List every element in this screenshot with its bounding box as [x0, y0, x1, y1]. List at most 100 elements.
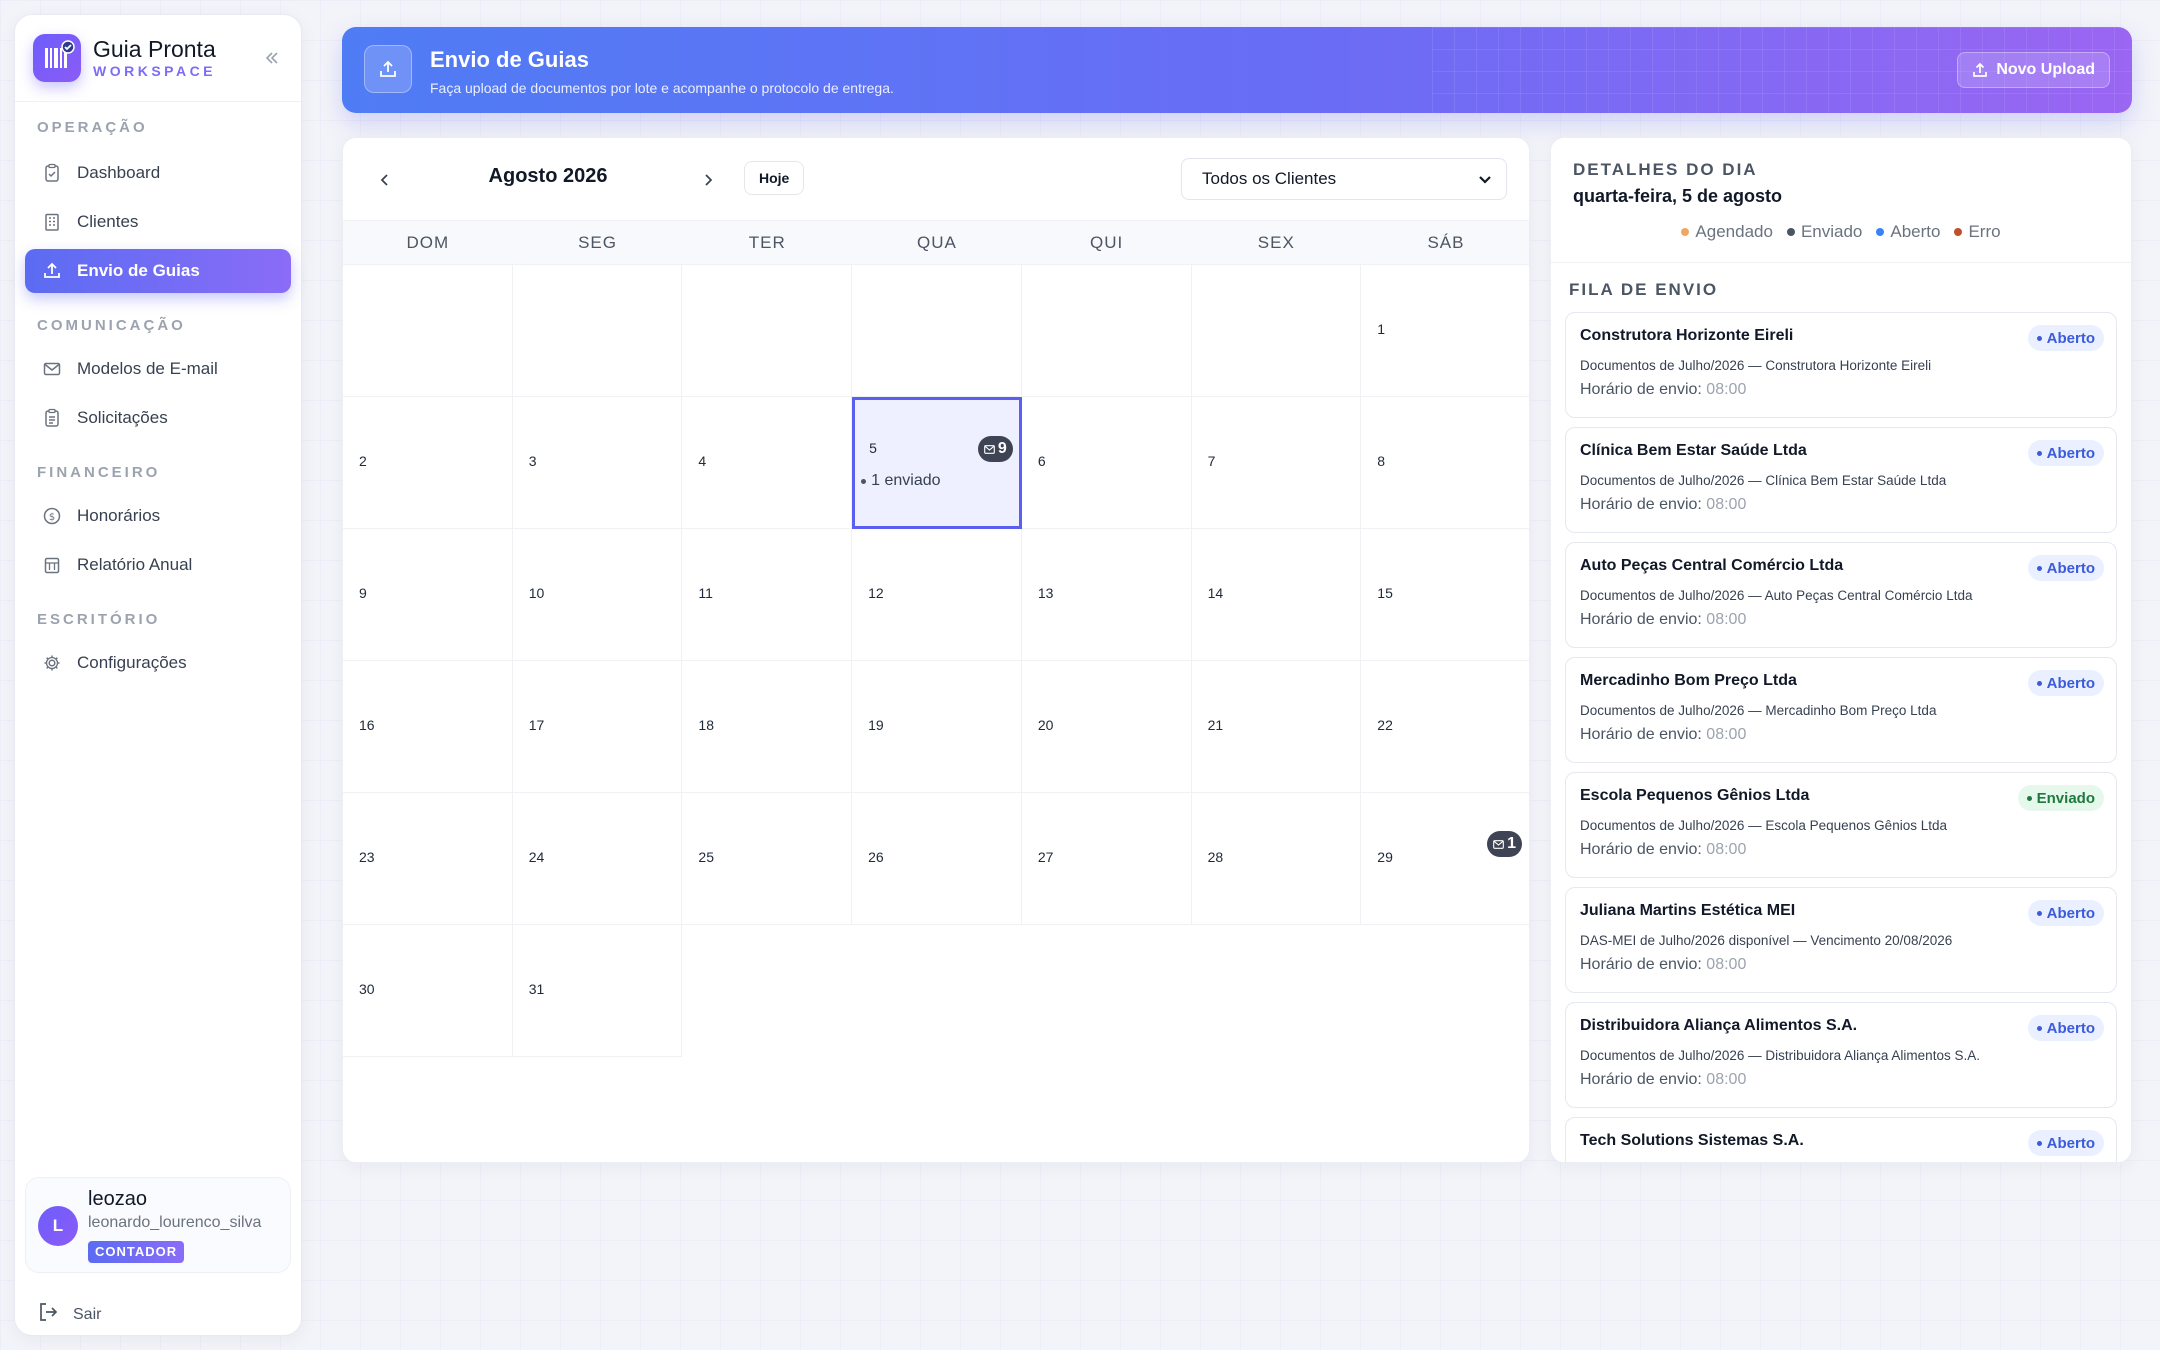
user-card[interactable]: L leozao leonardo_lourenco_silva CONTADO…	[25, 1177, 291, 1273]
sidebar-item-solicitacoes[interactable]: Solicitações	[25, 396, 291, 440]
upload-icon	[1973, 62, 1988, 77]
double-chevron-left-icon[interactable]	[259, 45, 285, 71]
client-filter-select[interactable]: Todos os Clientes	[1181, 158, 1507, 200]
calendar-day-24[interactable]: 24	[512, 793, 683, 925]
queue-item[interactable]: Construtora Horizonte Eireli Aberto Docume…	[1565, 312, 2117, 418]
calendar-day-16[interactable]: 16	[343, 661, 513, 793]
day-note: 1 enviado	[861, 472, 941, 490]
calendar-report-icon	[41, 554, 63, 576]
svg-text:$: $	[49, 512, 55, 523]
today-button[interactable]: Hoje	[744, 161, 805, 195]
calendar-day-15[interactable]: 15	[1361, 529, 1529, 661]
queue-item-time: Horário de envio: 08:00	[1580, 381, 1746, 399]
status-badge: Aberto	[2027, 555, 2104, 581]
calendar-empty-cell	[1021, 265, 1192, 397]
brand[interactable]: Guia Pronta WORKSPACE	[33, 29, 285, 87]
queue-item[interactable]: Clínica Bem Estar Saúde Ltda Aberto Docume…	[1565, 427, 2117, 533]
calendar-day-17[interactable]: 17	[512, 661, 683, 793]
calendar-day-28[interactable]: 28	[1191, 793, 1362, 925]
day-number: 14	[1207, 585, 1224, 601]
weekday-label: SEX	[1257, 233, 1295, 252]
queue-item-time: Horário de envio: 08:00	[1580, 841, 1746, 859]
calendar-day-8[interactable]: 8	[1361, 397, 1529, 529]
calendar-day-31[interactable]: 31	[512, 925, 683, 1057]
calendar-day-14[interactable]: 14	[1191, 529, 1362, 661]
calendar-day-11[interactable]: 11	[682, 529, 853, 661]
queue-item[interactable]: Tech Solutions Sistemas S.A. Aberto	[1565, 1117, 2117, 1162]
time-label: Horário de envio:	[1580, 1071, 1702, 1088]
day-number: 18	[698, 717, 714, 733]
day-number: 23	[359, 849, 375, 865]
sidebar-item-modelos-de-email[interactable]: Modelos de E-mail	[25, 347, 291, 391]
logout-button[interactable]: Sair	[37, 1301, 101, 1328]
new-upload-button[interactable]: Novo Upload	[1957, 52, 2110, 88]
user-email: leonardo_lourenco_silva	[88, 1214, 262, 1231]
sidebar-item-honorarios[interactable]: $ Honorários	[25, 494, 291, 538]
day-number: 7	[1207, 453, 1216, 469]
queue-item[interactable]: Auto Peças Central Comércio Ltda Aberto Do…	[1565, 542, 2117, 648]
queue-item-time: Horário de envio: 08:00	[1580, 956, 1746, 974]
calendar-day-27[interactable]: 27	[1021, 793, 1192, 925]
status-legend: Agendado Enviado Aberto Erro	[1551, 222, 2131, 242]
calendar-day-10[interactable]: 10	[512, 529, 683, 661]
calendar-empty-cell	[852, 265, 1022, 397]
sidebar-item-configuracoes[interactable]: Configurações	[25, 641, 291, 685]
legend-label: Agendado	[1695, 222, 1773, 241]
chevron-left-icon[interactable]	[373, 168, 397, 192]
queue-item-name: Construtora Horizonte Eireli	[1580, 327, 1794, 344]
day-number: 19	[868, 717, 884, 733]
calendar-day-25[interactable]: 25	[682, 793, 853, 925]
queue-item-description: Documentos de Julho/2026 — Escola Pequen…	[1580, 818, 1947, 833]
queue-item[interactable]: Distribuidora Aliança Alimentos S.A. Aber…	[1565, 1002, 2117, 1108]
sidebar-item-label: Modelos de E-mail	[77, 359, 218, 378]
calendar-day-20[interactable]: 20	[1021, 661, 1192, 793]
day-number: 3	[528, 453, 537, 469]
day-number: 28	[1207, 849, 1224, 865]
calendar-day-23[interactable]: 23	[343, 793, 513, 925]
calendar-day-1[interactable]: 1	[1361, 265, 1529, 397]
legend-item-agendado: Agendado	[1681, 222, 1773, 242]
status-dot	[2036, 1025, 2042, 1031]
calendar-day-30[interactable]: 30	[343, 925, 513, 1057]
calendar-day-19[interactable]: 19	[852, 661, 1022, 793]
upload-icon	[41, 260, 63, 282]
time-value: 08:00	[1706, 956, 1747, 973]
avatar: L	[38, 1206, 78, 1246]
calendar-day-21[interactable]: 21	[1191, 661, 1362, 793]
calendar-day-4[interactable]: 4	[682, 397, 853, 529]
queue-item[interactable]: Mercadinho Bom Preço Ltda Aberto Documento…	[1565, 657, 2117, 763]
sidebar-item-relatorio-anual[interactable]: Relatório Anual	[25, 543, 291, 587]
queue-item[interactable]: Juliana Martins Estética MEI Aberto DAS-ME…	[1565, 887, 2117, 993]
client-filter-value: Todos os Clientes	[1202, 169, 1337, 188]
calendar-day-29[interactable]: 29 1	[1361, 793, 1529, 925]
calendar-day-5[interactable]: 5 9 1 enviado	[852, 397, 1022, 529]
status-label: Aberto	[2046, 1019, 2095, 1037]
queue-title: FILA DE ENVIO	[1569, 280, 1719, 299]
weekday-label: TER	[748, 233, 786, 252]
chevron-right-icon[interactable]	[696, 168, 720, 192]
calendar-day-18[interactable]: 18	[682, 661, 853, 793]
calendar-day-6[interactable]: 6	[1021, 397, 1192, 529]
queue-item[interactable]: Escola Pequenos Gênios Ltda Enviado Docume…	[1565, 772, 2117, 878]
calendar-day-22[interactable]: 22	[1361, 661, 1529, 793]
mail-icon	[41, 358, 63, 380]
calendar-day-2[interactable]: 2	[343, 397, 513, 529]
sidebar-item-dashboard[interactable]: Dashboard	[25, 151, 291, 195]
email-count-badge: 9	[977, 436, 1013, 462]
details-title: DETALHES DO DIA	[1573, 160, 1758, 179]
sidebar-item-label: Solicitações	[77, 408, 168, 427]
email-count-badge: 1	[1487, 831, 1522, 857]
calendar-day-7[interactable]: 7	[1191, 397, 1362, 529]
sidebar-item-envio-de-guias[interactable]: Envio de Guias	[25, 249, 291, 293]
sidebar-item-clientes[interactable]: Clientes	[25, 200, 291, 244]
status-dot	[2036, 565, 2042, 571]
queue-item-name: Juliana Martins Estética MEI	[1580, 902, 1796, 919]
calendar-day-12[interactable]: 12	[852, 529, 1022, 661]
time-value: 08:00	[1706, 381, 1747, 398]
day-number: 6	[1037, 453, 1046, 469]
calendar-day-13[interactable]: 13	[1021, 529, 1192, 661]
calendar-day-26[interactable]: 26	[852, 793, 1022, 925]
status-dot	[2026, 795, 2032, 801]
calendar-day-9[interactable]: 9	[343, 529, 513, 661]
calendar-day-3[interactable]: 3	[512, 397, 683, 529]
